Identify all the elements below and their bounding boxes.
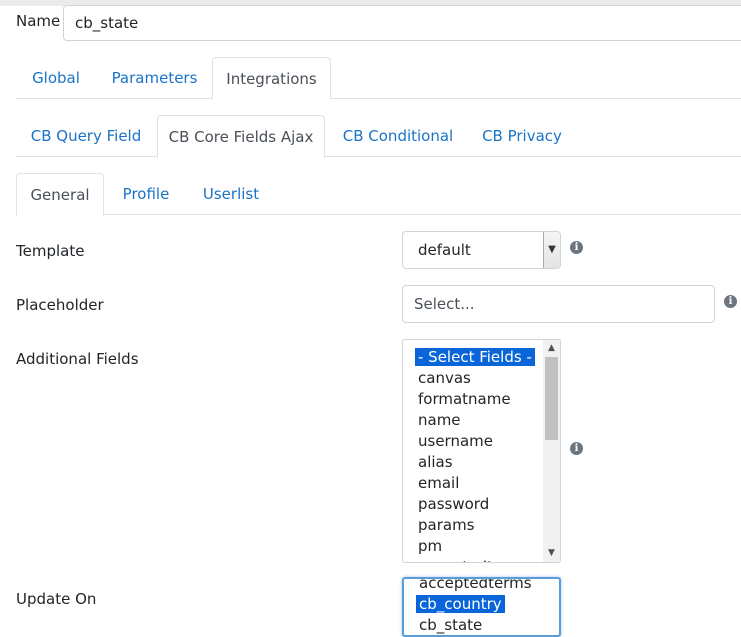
info-icon[interactable]: i bbox=[570, 241, 583, 254]
list-item[interactable]: params bbox=[403, 515, 560, 536]
tabs-level2: CB Query Field CB Core Fields Ajax CB Co… bbox=[16, 115, 741, 158]
tab-global[interactable]: Global bbox=[16, 57, 96, 99]
tab-profile[interactable]: Profile bbox=[108, 173, 184, 215]
template-select[interactable]: default ▼ bbox=[402, 231, 561, 269]
list-item[interactable]: formatname bbox=[403, 389, 560, 410]
name-input[interactable]: cb_state bbox=[63, 5, 741, 41]
tab-cb-core-fields-ajax[interactable]: CB Core Fields Ajax bbox=[157, 115, 325, 158]
listbox-scrollbar[interactable]: ▲ ▼ bbox=[543, 340, 560, 562]
list-item[interactable]: email bbox=[403, 473, 560, 494]
list-item[interactable]: canvas bbox=[403, 368, 560, 389]
list-item[interactable]: pm bbox=[403, 536, 560, 557]
info-icon[interactable]: i bbox=[570, 442, 583, 455]
list-item[interactable]: cb_country bbox=[404, 594, 559, 615]
update-on-label: Update On bbox=[16, 590, 97, 608]
template-label: Template bbox=[16, 242, 85, 260]
update-on-listbox[interactable]: acceptedterms cb_country cb_state bbox=[402, 577, 561, 637]
additional-fields-label: Additional Fields bbox=[16, 350, 139, 368]
name-label: Name bbox=[16, 12, 61, 30]
scrollbar-thumb[interactable] bbox=[545, 357, 558, 440]
list-item[interactable]: alias bbox=[403, 452, 560, 473]
list-item[interactable]: username bbox=[403, 431, 560, 452]
tab-general[interactable]: General bbox=[16, 173, 104, 216]
chevron-down-icon[interactable]: ▼ bbox=[543, 545, 560, 562]
list-item[interactable]: acceptedterms bbox=[404, 579, 559, 594]
list-item[interactable]: acceptedterms bbox=[403, 557, 560, 562]
tabs-level1: Global Parameters Integrations bbox=[16, 57, 741, 100]
additional-fields-listbox[interactable]: - Select Fields - canvas formatname name… bbox=[402, 339, 561, 563]
tab-userlist[interactable]: Userlist bbox=[192, 173, 270, 215]
chevron-up-icon[interactable]: ▲ bbox=[543, 340, 560, 357]
tab-parameters[interactable]: Parameters bbox=[98, 57, 211, 99]
tab-integrations[interactable]: Integrations bbox=[212, 57, 331, 100]
tab-cb-query-field[interactable]: CB Query Field bbox=[16, 115, 156, 157]
chevron-down-icon[interactable]: ▼ bbox=[543, 232, 560, 268]
placeholder-input[interactable]: Select... bbox=[402, 285, 715, 323]
info-icon[interactable]: i bbox=[724, 295, 737, 308]
list-item[interactable]: cb_state bbox=[404, 615, 559, 635]
tab-cb-privacy[interactable]: CB Privacy bbox=[472, 115, 572, 157]
tabs-level3: General Profile Userlist bbox=[16, 173, 741, 216]
list-item[interactable]: - Select Fields - bbox=[403, 347, 560, 368]
placeholder-label: Placeholder bbox=[16, 296, 104, 314]
list-item[interactable]: name bbox=[403, 410, 560, 431]
list-item[interactable]: password bbox=[403, 494, 560, 515]
template-select-value: default bbox=[418, 241, 471, 259]
tab-cb-conditional[interactable]: CB Conditional bbox=[328, 115, 468, 157]
